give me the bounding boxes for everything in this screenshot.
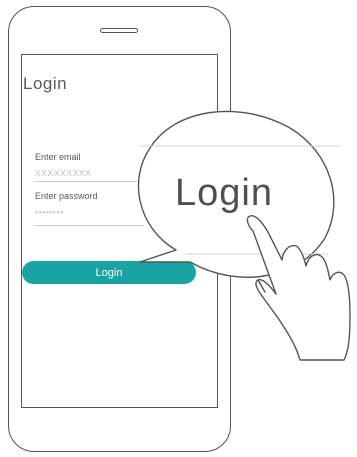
magnified-login-text: Login <box>175 172 273 214</box>
magnifier-overlay <box>137 110 351 361</box>
